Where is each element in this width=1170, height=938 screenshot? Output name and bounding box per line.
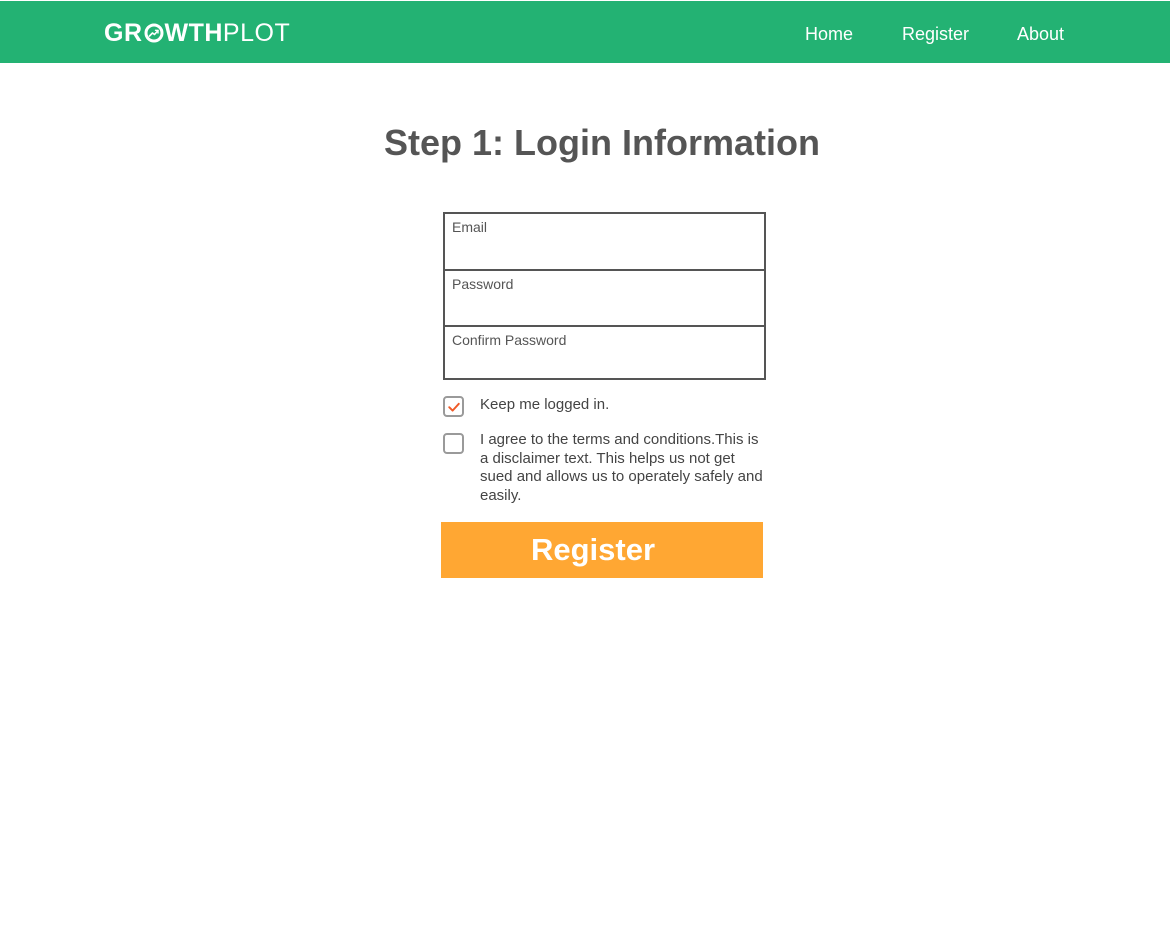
register-button[interactable]: Register [441, 522, 763, 578]
agree-terms-label[interactable]: I agree to the terms and conditions.This… [480, 431, 765, 505]
confirm-password-input[interactable] [452, 353, 752, 375]
growthplot-logo[interactable]: GR WTH PLOT [104, 19, 290, 47]
email-input[interactable] [452, 240, 752, 262]
password-label: Password [452, 276, 514, 292]
nav-home-link[interactable]: Home [805, 23, 853, 45]
trend-arrow-circle-icon [144, 23, 163, 43]
checkmark-icon [448, 402, 460, 412]
nav-register-link[interactable]: Register [902, 23, 969, 45]
keep-logged-in-checkbox[interactable] [443, 396, 464, 417]
page-title: Step 1: Login Information [384, 122, 820, 163]
password-input[interactable] [452, 297, 752, 319]
logo-text-plot: PLOT [222, 18, 291, 47]
password-field[interactable]: Password [445, 269, 764, 325]
top-navbar: GR WTH PLOT Home Register About [0, 1, 1170, 63]
logo-wordmark-bold: GR WTH [104, 19, 223, 48]
confirm-password-field[interactable]: Confirm Password [445, 325, 764, 380]
keep-logged-in-label[interactable]: Keep me logged in. [480, 396, 760, 415]
logo-text-gr: GR [104, 18, 143, 47]
confirm-password-label: Confirm Password [452, 332, 567, 348]
login-fields-group: Email Password Confirm Password [443, 212, 766, 380]
email-label: Email [452, 219, 488, 235]
nav-about-link[interactable]: About [1017, 23, 1064, 45]
agree-terms-checkbox[interactable] [443, 433, 464, 454]
email-field[interactable]: Email [445, 214, 764, 269]
logo-text-wth: WTH [164, 18, 223, 47]
